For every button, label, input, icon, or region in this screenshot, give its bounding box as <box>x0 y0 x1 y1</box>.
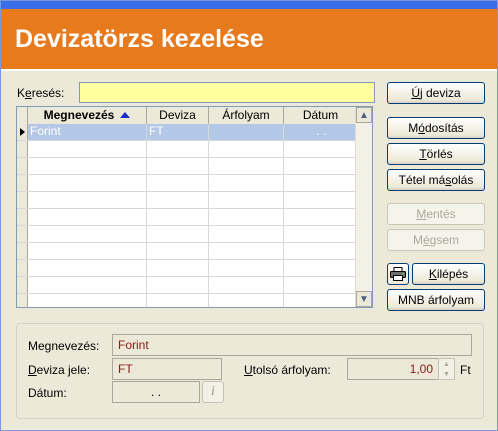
cell-name: Forint <box>28 124 147 140</box>
print-button[interactable] <box>387 263 409 285</box>
spin-down-icon[interactable]: ▼ <box>439 369 454 379</box>
column-header-date[interactable]: Dátum <box>284 107 358 124</box>
save-button[interactable]: Mentés <box>387 203 485 225</box>
mnb-rate-button[interactable]: MNB árfolyam <box>387 289 485 311</box>
cell-currency: FT <box>147 124 209 140</box>
modify-button[interactable]: Módosítás <box>387 117 485 139</box>
row-indicator <box>17 124 28 140</box>
title-bar <box>1 1 497 9</box>
table-row-empty <box>17 175 358 192</box>
rate-unit: Ft <box>460 363 471 377</box>
printer-icon <box>390 267 406 281</box>
table-row-empty <box>17 209 358 226</box>
table-row-empty <box>17 277 358 294</box>
date-field[interactable]: . . <box>112 381 200 403</box>
rate-spinner[interactable]: ▲ ▼ <box>438 358 455 380</box>
column-header-rate[interactable]: Árfolyam <box>209 107 284 124</box>
table-body: Forint FT . . <box>17 124 358 307</box>
table-row-empty <box>17 158 358 175</box>
date-label: Dátum: <box>28 386 67 400</box>
column-header-currency[interactable]: Deviza <box>147 107 209 124</box>
currency-code-field[interactable]: FT <box>112 358 222 380</box>
sort-ascending-icon <box>120 112 131 118</box>
row-indicator-header <box>17 107 28 124</box>
name-field[interactable]: Forint <box>112 334 472 356</box>
currency-table[interactable]: Megnevezés Deviza Árfolyam Dátum Forint … <box>16 106 373 308</box>
exit-button[interactable]: Kilépés <box>412 263 485 285</box>
table-row-empty <box>17 226 358 243</box>
table-row-empty <box>17 243 358 260</box>
page-title: Devizatörzs kezelése <box>15 25 264 53</box>
spin-up-icon[interactable]: ▲ <box>439 359 454 369</box>
vertical-scrollbar[interactable]: ▲ ▼ <box>355 107 372 307</box>
delete-button[interactable]: Törlés <box>387 143 485 165</box>
scroll-up-icon[interactable]: ▲ <box>356 107 372 123</box>
table-row-empty <box>17 294 358 307</box>
main-window: Devizatörzs kezelése Keresés: Megnevezés… <box>0 0 498 431</box>
page-header: Devizatörzs kezelése <box>1 9 497 71</box>
info-icon[interactable]: i <box>202 381 224 403</box>
table-row-empty <box>17 260 358 277</box>
copy-item-button[interactable]: Tétel másolás <box>387 169 485 191</box>
table-header: Megnevezés Deviza Árfolyam Dátum <box>17 107 358 125</box>
last-rate-label: Utolsó árfolyam: <box>244 363 331 377</box>
column-header-name[interactable]: Megnevezés <box>28 107 147 124</box>
currency-code-label: Deviza jele: <box>28 363 91 377</box>
table-row-empty <box>17 141 358 158</box>
scroll-down-icon[interactable]: ▼ <box>356 291 372 307</box>
name-label: Megnevezés: <box>28 339 100 353</box>
last-rate-field[interactable]: 1,00 <box>347 358 439 380</box>
cell-date: . . <box>284 124 358 140</box>
table-row[interactable]: Forint FT . . <box>17 124 358 141</box>
current-row-arrow-icon <box>20 128 25 136</box>
cancel-button[interactable]: Mégsem <box>387 229 485 251</box>
cell-rate <box>209 124 284 140</box>
search-input[interactable] <box>79 82 375 103</box>
new-currency-button[interactable]: Új deviza <box>387 82 485 104</box>
search-label: Keresés: <box>17 86 65 100</box>
table-row-empty <box>17 192 358 209</box>
